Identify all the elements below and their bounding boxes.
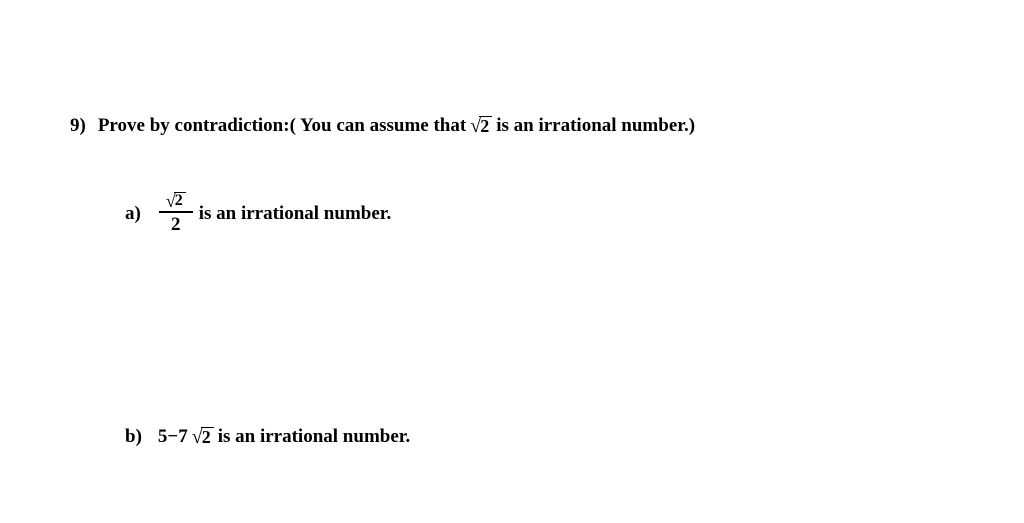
part-b-text: is an irrational number. (218, 426, 411, 448)
part-a-label: a) (125, 203, 141, 225)
question-number: 9) (70, 115, 86, 137)
part-b-expression: 5−7 √ 2 is an irrational number. (158, 426, 410, 448)
expr-before-sqrt: 5−7 (158, 426, 188, 448)
question-text-after: is an irrational number.) (496, 115, 695, 137)
fraction-denominator: 2 (171, 213, 181, 236)
fraction-numerator: √ 2 (159, 192, 193, 211)
radicand: 2 (201, 427, 214, 446)
sqrt-2: √ 2 (192, 427, 214, 447)
fraction-sqrt2-over-2: √ 2 2 (159, 192, 193, 236)
part-a-text: is an irrational number. (199, 203, 392, 225)
sqrt-2: √ 2 (470, 116, 492, 136)
question-9: 9) Prove by contradiction:( You can assu… (70, 115, 954, 137)
part-b-label: b) (125, 426, 142, 448)
part-b: b) 5−7 √ 2 is an irrational number. (125, 426, 954, 448)
question-block: 9) Prove by contradiction:( You can assu… (70, 115, 954, 448)
sqrt-2-small: √ 2 (166, 192, 186, 210)
radicand: 2 (174, 192, 186, 209)
radicand: 2 (479, 116, 492, 135)
part-a: a) √ 2 2 is an irrational number. (125, 192, 954, 236)
question-text-before: Prove by contradiction:( You can assume … (98, 115, 466, 137)
